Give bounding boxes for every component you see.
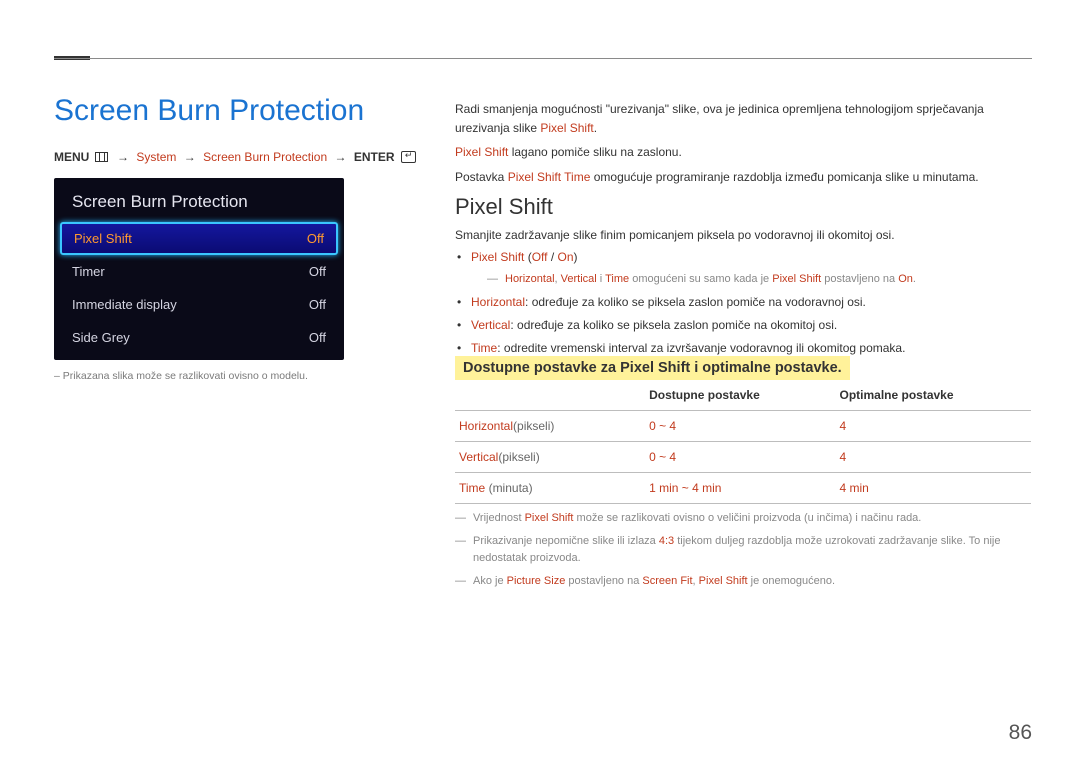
menu-row-timer[interactable]: Timer Off: [54, 255, 344, 288]
menu-row-label: Immediate display: [72, 297, 177, 312]
footnote: Prikazivanje nepomične slike ili izlaza …: [455, 533, 1032, 567]
intro-p3-red: Pixel Shift Time: [508, 170, 591, 184]
footnote: Ako je Picture Size postavljeno na Scree…: [455, 573, 1032, 590]
menu-row-value: Off: [309, 297, 326, 312]
enter-icon: [401, 151, 416, 163]
intro-block: Radi smanjenja mogućnosti "urezivanja" s…: [455, 100, 1032, 192]
section-heading: Pixel Shift: [455, 194, 553, 220]
menu-icon: [95, 152, 108, 162]
arrow-icon: →: [184, 150, 196, 164]
intro-p1-post: .: [594, 121, 597, 135]
table-header-available: Dostupne postavke: [645, 382, 835, 411]
section-desc: Smanjite zadržavanje slike finim pomican…: [455, 228, 1032, 242]
menu-row-side-grey[interactable]: Side Grey Off: [54, 321, 344, 354]
list-item: Horizontal: određuje za koliko se piksel…: [471, 293, 1032, 312]
intro-p3-post: omogućuje programiranje razdoblja između…: [590, 170, 978, 184]
menu-panel: Screen Burn Protection Pixel Shift Off T…: [54, 178, 344, 360]
menu-row-label: Side Grey: [72, 330, 130, 345]
menu-row-pixel-shift[interactable]: Pixel Shift Off: [60, 222, 338, 255]
menu-row-value: Off: [309, 330, 326, 345]
intro-p1-red: Pixel Shift: [540, 121, 593, 135]
arrow-icon: →: [117, 150, 129, 164]
menu-row-label: Timer: [72, 264, 105, 279]
menu-row-immediate-display[interactable]: Immediate display Off: [54, 288, 344, 321]
page-number: 86: [1009, 721, 1032, 745]
table-row: Vertical(pikseli) 0 ~ 4 4: [455, 442, 1031, 473]
arrow-icon: →: [335, 150, 347, 164]
table-row: Horizontal(pikseli) 0 ~ 4 4: [455, 411, 1031, 442]
intro-p2-post: lagano pomiče sliku na zaslonu.: [508, 145, 681, 159]
footnotes: Vrijednost Pixel Shift može se razlikova…: [455, 510, 1032, 596]
breadcrumb-enter-label: ENTER: [354, 150, 395, 164]
intro-p1-pre: Radi smanjenja mogućnosti "urezivanja" s…: [455, 102, 984, 135]
highlighted-subheading: Dostupne postavke za Pixel Shift i optim…: [455, 356, 850, 380]
settings-table: Dostupne postavke Optimalne postavke Hor…: [455, 382, 1031, 504]
list-item: Vertical: određuje za koliko se piksela …: [471, 316, 1032, 335]
intro-p2-red: Pixel Shift: [455, 145, 508, 159]
footnote: Vrijednost Pixel Shift može se razlikova…: [455, 510, 1032, 527]
page-header-rule: [54, 58, 1032, 59]
panel-title: Screen Burn Protection: [54, 178, 344, 222]
intro-p3-pre: Postavka: [455, 170, 508, 184]
breadcrumb-system: System: [136, 150, 176, 164]
breadcrumb-sbp: Screen Burn Protection: [203, 150, 327, 164]
note: Horizontal, Vertical i Time omogućeni su…: [487, 271, 1032, 289]
section-bullets: Pixel Shift (Off / On) Horizontal, Verti…: [455, 248, 1032, 362]
breadcrumb-menu-label: MENU: [54, 150, 89, 164]
table-row: Time (minuta) 1 min ~ 4 min 4 min: [455, 473, 1031, 504]
breadcrumb: MENU → System → Screen Burn Protection →…: [54, 150, 416, 164]
menu-row-label: Pixel Shift: [74, 231, 132, 246]
list-item: Pixel Shift (Off / On) Horizontal, Verti…: [471, 248, 1032, 289]
menu-row-value: Off: [307, 231, 324, 246]
panel-footnote: Prikazana slika može se razlikovati ovis…: [54, 370, 308, 382]
menu-row-value: Off: [309, 264, 326, 279]
page-title: Screen Burn Protection: [54, 94, 364, 128]
table-header-optimal: Optimalne postavke: [835, 382, 1031, 411]
